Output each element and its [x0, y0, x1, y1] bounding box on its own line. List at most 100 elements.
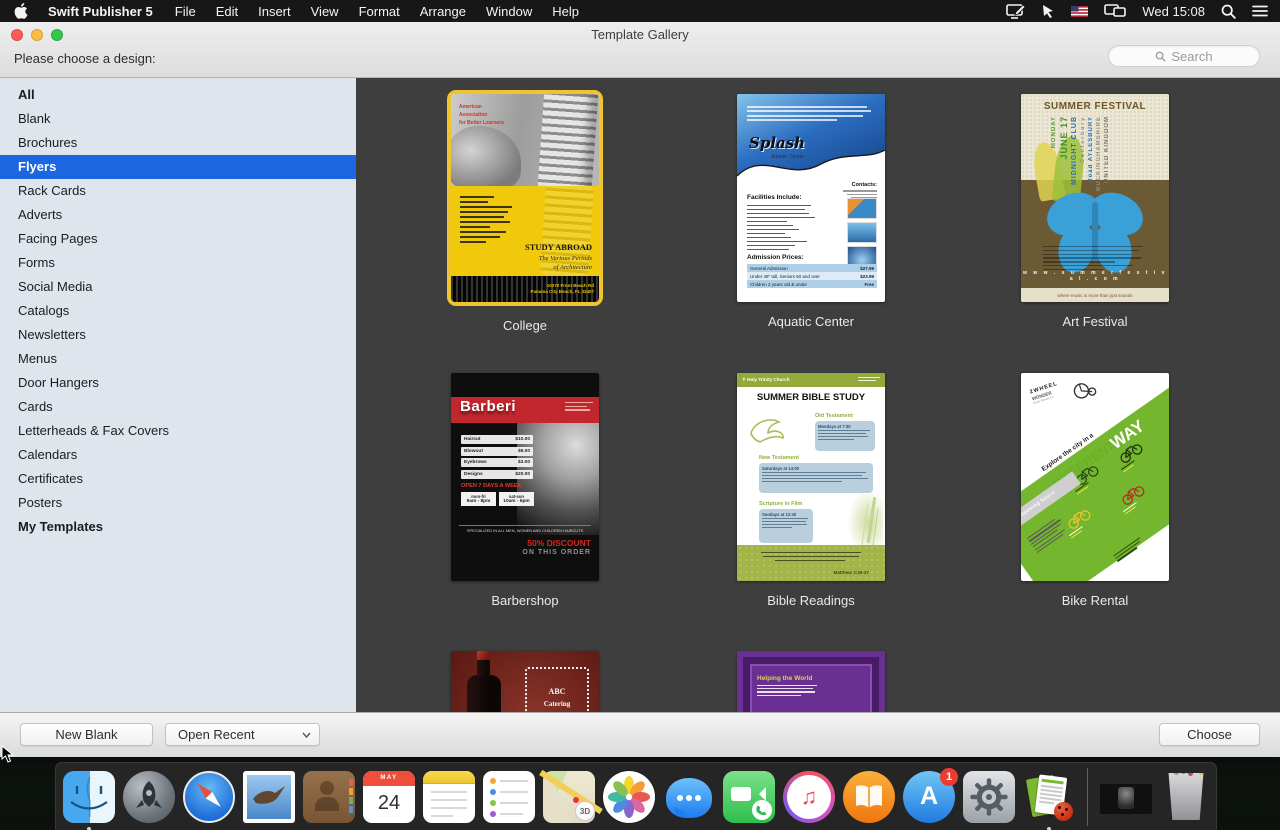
template-bike-rental[interactable]: 2WHEEL WONDER Book Rental Co Explore the…: [1017, 373, 1173, 608]
dock-system-preferences-icon[interactable]: [963, 771, 1015, 823]
sidebar-item-adverts[interactable]: Adverts: [0, 203, 356, 227]
template-barbershop[interactable]: Barberi Haircut$10.00 Blowout$9.00 Eyebr…: [447, 373, 603, 608]
dock-finder-icon[interactable]: [63, 771, 115, 823]
sidebar-item-letterheads[interactable]: Letterheads & Fax Covers: [0, 419, 356, 443]
template-college[interactable]: American Association for Better Learners…: [447, 90, 603, 333]
music-note-glyph: ♫: [783, 771, 835, 823]
close-button[interactable]: [11, 29, 23, 41]
menu-arrange[interactable]: Arrange: [410, 4, 476, 19]
menu-file[interactable]: File: [165, 4, 206, 19]
dock-minimized-window-thumbnail[interactable]: [1100, 771, 1152, 823]
template-label-bible: Bible Readings: [733, 593, 889, 608]
sidebar-item-social-media[interactable]: Social Media: [0, 275, 356, 299]
category-sidebar: All Blank Brochures Flyers Rack Cards Ad…: [0, 78, 356, 712]
sidebar-item-facing-pages[interactable]: Facing Pages: [0, 227, 356, 251]
dock-mail-icon[interactable]: [243, 771, 295, 823]
new-blank-button[interactable]: New Blank: [20, 723, 153, 746]
calendar-month: MAY: [363, 771, 415, 786]
bible-section-title: Old Testament: [815, 413, 853, 419]
barbershop-price-list: Haircut$10.00 Blowout$9.00 Eyebrows$3.00…: [461, 435, 533, 481]
calendar-day: 24: [363, 786, 415, 820]
dock-trash-icon[interactable]: [1160, 771, 1212, 823]
open-recent-select[interactable]: Open Recent: [165, 723, 320, 746]
sidebar-item-catalogs[interactable]: Catalogs: [0, 299, 356, 323]
barbershop-hours: mon-fri9am - 8pm sat-sun10am - 6pm: [461, 492, 534, 506]
dock-ibooks-icon[interactable]: [843, 771, 895, 823]
dock-reminders-icon[interactable]: [483, 771, 535, 823]
displays-icon[interactable]: [1104, 4, 1126, 18]
template-aquatic-center[interactable]: Splash Aquatic Center Contacts: Faciliti…: [733, 94, 889, 329]
sidebar-item-forms[interactable]: Forms: [0, 251, 356, 275]
notification-center-icon[interactable]: [1252, 5, 1268, 17]
pointer-icon[interactable]: [1041, 4, 1055, 19]
us-flag-input-icon[interactable]: [1071, 6, 1088, 17]
dock-messages-icon[interactable]: [663, 771, 715, 823]
choose-design-prompt: Please choose a design:: [14, 51, 156, 66]
text-placeholder: [757, 685, 819, 698]
menu-insert[interactable]: Insert: [248, 4, 301, 19]
aquatic-brand: Splash: [749, 134, 805, 152]
dock-launchpad-icon[interactable]: [123, 771, 175, 823]
menubar-clock[interactable]: Wed 15:08: [1142, 4, 1205, 19]
spotlight-icon[interactable]: [1221, 4, 1236, 19]
catering-frame: ABC Catering Services: [525, 667, 589, 712]
sidebar-item-door-hangers[interactable]: Door Hangers: [0, 371, 356, 395]
screen: Swift Publisher 5 File Edit Insert View …: [0, 0, 1280, 830]
template-helping-thumbnail: Helping the World: [737, 651, 885, 712]
barbershop-brand: Barberi: [460, 398, 516, 415]
dock-photos-icon[interactable]: [603, 771, 655, 823]
sidebar-item-certificates[interactable]: Certificates: [0, 467, 356, 491]
college-body: STUDY ABROAD The Various Periods of Arch…: [451, 186, 599, 276]
dock-safari-icon[interactable]: [183, 771, 235, 823]
dock-contacts-icon[interactable]: [303, 771, 355, 823]
template-art-festival[interactable]: SUMMER FESTIVAL MONDAY JUNE 17 MIDNIGHT …: [1017, 94, 1173, 329]
menu-format[interactable]: Format: [349, 4, 410, 19]
dock-swift-publisher-icon[interactable]: [1023, 771, 1075, 823]
choose-button[interactable]: Choose: [1159, 723, 1260, 746]
college-pisa-tower-art: [537, 94, 598, 186]
template-bible-readings[interactable]: ✝ Holy Trinity Church SUMMER BIBLE STUDY…: [733, 373, 889, 608]
menu-help[interactable]: Help: [542, 4, 589, 19]
template-helping-world[interactable]: Helping the World: [733, 651, 889, 712]
sidebar-item-rack-cards[interactable]: Rack Cards: [0, 179, 356, 203]
sidebar-item-my-templates[interactable]: My Templates: [0, 515, 356, 539]
zoom-button[interactable]: [51, 29, 63, 41]
dock-notes-icon[interactable]: [423, 771, 475, 823]
title-bar[interactable]: Template Gallery: [0, 22, 1280, 47]
bible-church-name: ✝ Holy Trinity Church: [742, 377, 790, 383]
art-festival-headline: SUMMER FESTIVAL: [1021, 101, 1169, 112]
dock-calendar-icon[interactable]: MAY 24: [363, 771, 415, 823]
minimize-button[interactable]: [31, 29, 43, 41]
barbershop-price-row: Haircut$10.00: [461, 435, 533, 444]
sidebar-item-cards[interactable]: Cards: [0, 395, 356, 419]
sidebar-item-posters[interactable]: Posters: [0, 491, 356, 515]
college-footer: 10270 Front Beach Rd Panama City Beach, …: [451, 276, 599, 302]
sidebar-item-blank[interactable]: Blank: [0, 107, 356, 131]
sidebar-item-flyers[interactable]: Flyers: [0, 155, 356, 179]
template-catering[interactable]: ABC Catering Services: [447, 651, 603, 712]
aquatic-price-row: General Admission$27.99: [747, 264, 877, 272]
chevron-down-icon: [302, 732, 311, 738]
search-input[interactable]: Search: [1108, 45, 1260, 67]
barbershop-tagline: SPECIALIZED IN ALL MEN, WOMEN AND CHILDR…: [451, 528, 599, 533]
sidebar-item-brochures[interactable]: Brochures: [0, 131, 356, 155]
dock-itunes-icon[interactable]: ♫: [783, 771, 835, 823]
menu-app-name[interactable]: Swift Publisher 5: [42, 4, 165, 19]
dock-divider: [1087, 768, 1088, 826]
penny-farthing-icon: [1070, 376, 1097, 402]
dock-facetime-icon[interactable]: [723, 771, 775, 823]
menu-edit[interactable]: Edit: [206, 4, 248, 19]
dock-appstore-icon[interactable]: A 1: [903, 771, 955, 823]
bike-logo: 2WHEEL WONDER Book Rental Co: [1029, 381, 1062, 406]
sidebar-item-all[interactable]: All: [0, 83, 356, 107]
text-placeholder: [747, 205, 819, 253]
dock-maps-icon[interactable]: 3D: [543, 771, 595, 823]
sidebar-item-menus[interactable]: Menus: [0, 347, 356, 371]
sidebar-item-calendars[interactable]: Calendars: [0, 443, 356, 467]
menu-window[interactable]: Window: [476, 4, 542, 19]
menu-view[interactable]: View: [301, 4, 349, 19]
search-placeholder: Search: [1171, 49, 1212, 64]
display-edit-icon[interactable]: [1006, 4, 1025, 19]
sidebar-item-newsletters[interactable]: Newsletters: [0, 323, 356, 347]
apple-menu-icon[interactable]: [0, 3, 42, 19]
